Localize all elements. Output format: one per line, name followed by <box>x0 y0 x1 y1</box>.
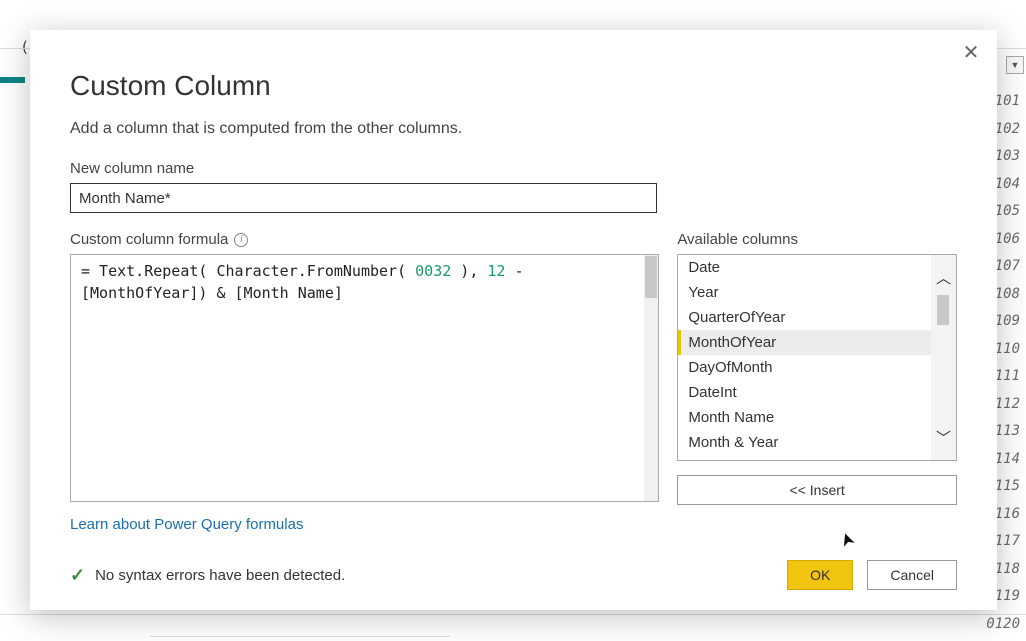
learn-link[interactable]: Learn about Power Query formulas <box>70 516 659 533</box>
background-dropdown-button[interactable]: ▼ <box>1006 56 1024 74</box>
formula-line-1: = Text.Repeat( Character.FromNumber( 003… <box>81 261 648 283</box>
check-icon: ✓ <box>70 565 85 586</box>
available-scroll-thumb[interactable] <box>937 295 949 325</box>
ok-button[interactable]: OK <box>787 560 853 590</box>
formula-scroll-thumb[interactable] <box>645 256 657 298</box>
available-column-item[interactable]: Year <box>678 280 956 305</box>
available-column-item[interactable]: Month & Year <box>678 430 956 455</box>
available-scrollbar[interactable]: ︿ ﹀ <box>931 255 956 460</box>
status-text: No syntax errors have been detected. <box>95 567 345 584</box>
formula-scrollbar[interactable] <box>644 255 658 501</box>
background-accent-bar <box>0 77 25 83</box>
available-columns-list[interactable]: DateYearQuarterOfYearMonthOfYearDayOfMon… <box>677 254 957 461</box>
cancel-button[interactable]: Cancel <box>867 560 957 590</box>
available-columns-label: Available columns <box>677 231 957 248</box>
available-column-item[interactable]: Month Name <box>678 405 956 430</box>
custom-column-dialog: ✕ Custom Column Add a column that is com… <box>30 30 997 610</box>
available-column-item[interactable]: DayOfMonth <box>678 355 956 380</box>
info-icon[interactable]: i <box>234 233 248 247</box>
status-row: ✓ No syntax errors have been detected. <box>70 565 345 586</box>
dialog-title: Custom Column <box>70 70 957 102</box>
new-column-name-label: New column name <box>70 160 957 177</box>
available-column-item[interactable]: MonthOfYear <box>678 330 956 355</box>
background-bottom-divider-2 <box>150 636 450 637</box>
close-icon: ✕ <box>963 40 980 65</box>
formula-label: Custom column formula <box>70 231 228 248</box>
formula-line-2: [MonthOfYear]) & [Month Name] <box>81 283 648 305</box>
insert-button[interactable]: << Insert <box>677 475 957 505</box>
scroll-down-icon[interactable]: ﹀ <box>936 427 951 448</box>
chevron-down-icon: ▼ <box>1011 60 1020 70</box>
available-column-item[interactable]: DateInt <box>678 380 956 405</box>
available-column-item[interactable]: QuarterOfYear <box>678 305 956 330</box>
close-button[interactable]: ✕ <box>959 40 983 64</box>
background-bottom-divider <box>0 614 1026 615</box>
formula-input[interactable]: = Text.Repeat( Character.FromNumber( 003… <box>70 254 659 502</box>
new-column-name-input[interactable] <box>70 183 657 213</box>
dialog-subtitle: Add a column that is computed from the o… <box>70 120 957 138</box>
available-column-item[interactable]: Date <box>678 255 956 280</box>
scroll-up-icon[interactable]: ︿ <box>936 267 951 288</box>
